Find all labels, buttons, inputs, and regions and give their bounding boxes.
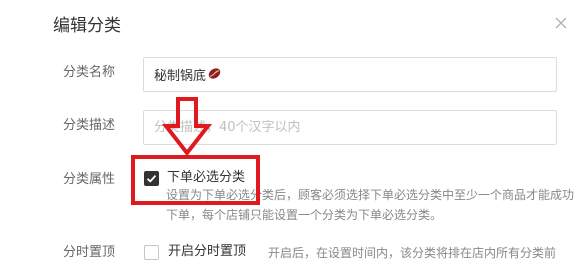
- coffee-bean-emoji-icon: [207, 66, 222, 81]
- dialog-title: 编辑分类: [53, 16, 121, 36]
- required-category-checkbox[interactable]: [144, 171, 159, 186]
- category-name-input[interactable]: [143, 57, 557, 92]
- category-attr-label: 分类属性: [63, 172, 116, 187]
- category-name-label: 分类名称: [63, 65, 116, 80]
- timed-pin-checkbox-label[interactable]: 开启分时置顶: [168, 243, 246, 261]
- required-category-checkbox-label[interactable]: 下单必选分类: [167, 169, 245, 187]
- check-icon: [146, 174, 157, 183]
- close-icon[interactable]: [553, 15, 569, 31]
- timed-pin-label: 分时置顶: [63, 245, 116, 260]
- category-desc-input[interactable]: [143, 110, 557, 145]
- edit-category-dialog: 编辑分类 分类名称 分类描述 分类属性 下单必选分类 设置为下单必选分类后，顾客…: [0, 0, 584, 279]
- timed-pin-checkbox[interactable]: [144, 245, 159, 260]
- category-desc-label: 分类描述: [63, 118, 116, 133]
- required-category-hint-line2: 下单，每个店铺只能设置一个分类为下单必选分类。: [166, 208, 443, 222]
- timed-pin-hint: 开启后，在设置时间内，该分类将排在店内所有分类前: [268, 246, 557, 260]
- required-category-hint-line1: 设置为下单必选分类后，顾客必须选择下单必选分类中至少一个商品才能成功: [166, 188, 575, 202]
